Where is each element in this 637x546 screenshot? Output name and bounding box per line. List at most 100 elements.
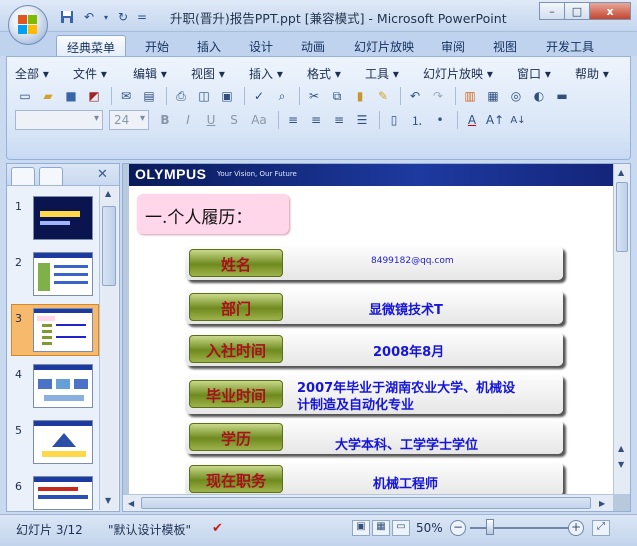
tab-review[interactable]: 审阅 (432, 35, 474, 56)
change-case-icon[interactable]: Aa (247, 110, 271, 130)
heading-box[interactable]: 一.个人履历： (137, 194, 289, 234)
bold-icon[interactable]: B (155, 110, 175, 130)
zoom-level[interactable]: 50% (416, 521, 443, 535)
slideshow-view-button[interactable]: ▭ (392, 520, 410, 536)
insert-hyperlink-icon[interactable]: ◎ (506, 86, 526, 106)
scroll-right-icon[interactable]: ▶ (599, 499, 605, 508)
tab-classic-menu[interactable]: 经典菜单 (56, 35, 126, 56)
info-row-join-date[interactable]: 入社时间 2008年8月 (185, 332, 563, 366)
close-button[interactable]: x (589, 2, 631, 20)
align-right-icon[interactable]: ≡ (329, 110, 349, 130)
permission-icon[interactable]: ◩ (84, 86, 104, 106)
menu-view[interactable]: 视图 ▾ (191, 65, 249, 81)
scroll-up-icon[interactable]: ▲ (105, 189, 111, 198)
menu-window[interactable]: 窗口 ▾ (517, 65, 575, 81)
tab-developer[interactable]: 开发工具 (538, 35, 602, 56)
tab-insert[interactable]: 插入 (188, 35, 230, 56)
new-icon[interactable]: ▭ (15, 86, 35, 106)
font-color-icon[interactable]: A (462, 110, 482, 130)
scroll-down-icon[interactable]: ▼ (105, 496, 111, 505)
outline-tab[interactable] (39, 167, 63, 185)
open-folder-icon[interactable]: ▰ (38, 86, 58, 106)
normal-view-button[interactable]: ▣ (352, 520, 370, 536)
print-icon[interactable]: ⎙ (171, 86, 191, 106)
research-icon[interactable]: ⌕ (272, 86, 292, 106)
current-slide[interactable]: OLYMPUS Your Vision, Our Future 一.个人履历： … (129, 164, 613, 494)
info-row-education[interactable]: 学历 大学本科、工学学士学位 (185, 420, 563, 454)
tab-design[interactable]: 设计 (240, 35, 282, 56)
tab-view[interactable]: 视图 (484, 35, 526, 56)
slide-view-icon[interactable]: ▣ (217, 86, 237, 106)
next-slide-icon[interactable]: ▼ (618, 460, 624, 469)
tab-home[interactable]: 开始 (136, 35, 178, 56)
format-painter-icon[interactable]: ✎ (373, 86, 393, 106)
scroll-up-icon[interactable]: ▲ (618, 168, 624, 177)
italic-icon[interactable]: I (178, 110, 198, 130)
slide-sorter-button[interactable]: ▦ (372, 520, 390, 536)
zoom-slider-track[interactable] (470, 527, 570, 529)
thumbnail-scrollbar[interactable]: ▲ ▼ (99, 186, 118, 510)
minimize-button[interactable]: – (539, 2, 565, 20)
menu-edit[interactable]: 编辑 ▾ (133, 65, 191, 81)
font-size-combo[interactable]: 24 (109, 110, 149, 130)
shadow-icon[interactable]: S (224, 110, 244, 130)
zoom-in-button[interactable]: + (568, 520, 584, 536)
slide-vertical-scrollbar[interactable]: ▲ ▲ ▼ (613, 164, 630, 494)
customize-qat-button[interactable]: = (136, 8, 148, 26)
tab-slideshow[interactable]: 幻灯片放映 (346, 35, 422, 56)
info-row-name[interactable]: 姓名 8499182@qq.com (185, 246, 563, 280)
menu-insert[interactable]: 插入 ▾ (249, 65, 307, 81)
info-row-department[interactable]: 部门 显微镜技术T (185, 290, 563, 324)
menu-slideshow[interactable]: 幻灯片放映 ▾ (423, 65, 517, 81)
slide-thumbnail-5[interactable] (33, 420, 93, 464)
paste-icon[interactable]: ▮ (350, 86, 370, 106)
redo-icon[interactable]: ↷ (428, 86, 448, 106)
underline-icon[interactable]: U (201, 110, 221, 130)
print-preview-icon[interactable]: ◫ (194, 86, 214, 106)
shrink-font-icon[interactable]: A↓ (508, 110, 528, 130)
black-white-icon[interactable]: ▬ (552, 86, 572, 106)
chevron-down-icon[interactable]: ▾ (102, 8, 110, 26)
scroll-left-icon[interactable]: ◀ (128, 499, 134, 508)
close-pane-icon[interactable]: ✕ (97, 167, 108, 182)
spell-check-icon[interactable]: ✔ (212, 521, 223, 536)
redo-icon[interactable]: ↻ (114, 8, 132, 26)
slide-thumbnail-4[interactable] (33, 364, 93, 408)
zoom-slider-knob[interactable] (486, 519, 494, 535)
tab-animation[interactable]: 动画 (292, 35, 334, 56)
copy-icon[interactable]: ⧉ (327, 86, 347, 106)
save-icon[interactable] (58, 8, 76, 26)
font-name-combo[interactable] (15, 110, 103, 130)
spelling-icon[interactable]: ✓ (249, 86, 269, 106)
pdf-icon[interactable]: ▤ (139, 86, 159, 106)
slide-horizontal-scrollbar[interactable]: ◀ ▶ (123, 494, 613, 511)
info-row-graduation[interactable]: 毕业时间 2007年毕业于湖南农业大学、机械设 计制造及自动化专业 (185, 374, 563, 414)
save-icon[interactable]: ■ (61, 86, 81, 106)
bullets-icon[interactable]: • (430, 110, 450, 130)
insert-chart-icon[interactable]: ▥ (460, 86, 480, 106)
slides-tab[interactable] (11, 167, 35, 185)
grow-font-icon[interactable]: A↑ (485, 110, 505, 130)
office-button[interactable] (8, 5, 48, 45)
email-icon[interactable]: ✉ (116, 86, 136, 106)
menu-help[interactable]: 帮助 ▾ (575, 65, 617, 81)
undo-icon[interactable]: ↶ (405, 86, 425, 106)
zoom-out-button[interactable]: − (450, 520, 466, 536)
scrollbar-thumb[interactable] (141, 497, 591, 509)
menu-tools[interactable]: 工具 ▾ (365, 65, 423, 81)
menu-format[interactable]: 格式 ▾ (307, 65, 365, 81)
prev-slide-icon[interactable]: ▲ (618, 444, 624, 453)
fit-to-window-icon[interactable]: ⤢ (592, 520, 610, 536)
cut-icon[interactable]: ✂ (304, 86, 324, 106)
slide-thumbnail-2[interactable] (33, 252, 93, 296)
slide-thumbnail-6[interactable] (33, 476, 93, 510)
undo-icon[interactable]: ↶ (80, 8, 98, 26)
insert-table-icon[interactable]: ▦ (483, 86, 503, 106)
maximize-button[interactable]: □ (564, 2, 590, 20)
grayscale-icon[interactable]: ◐ (529, 86, 549, 106)
justify-icon[interactable]: ☰ (352, 110, 372, 130)
slide-thumbnail-3[interactable] (33, 308, 93, 352)
menu-file[interactable]: 文件 ▾ (73, 65, 133, 81)
align-left-icon[interactable]: ≡ (283, 110, 303, 130)
scrollbar-thumb[interactable] (102, 206, 116, 286)
